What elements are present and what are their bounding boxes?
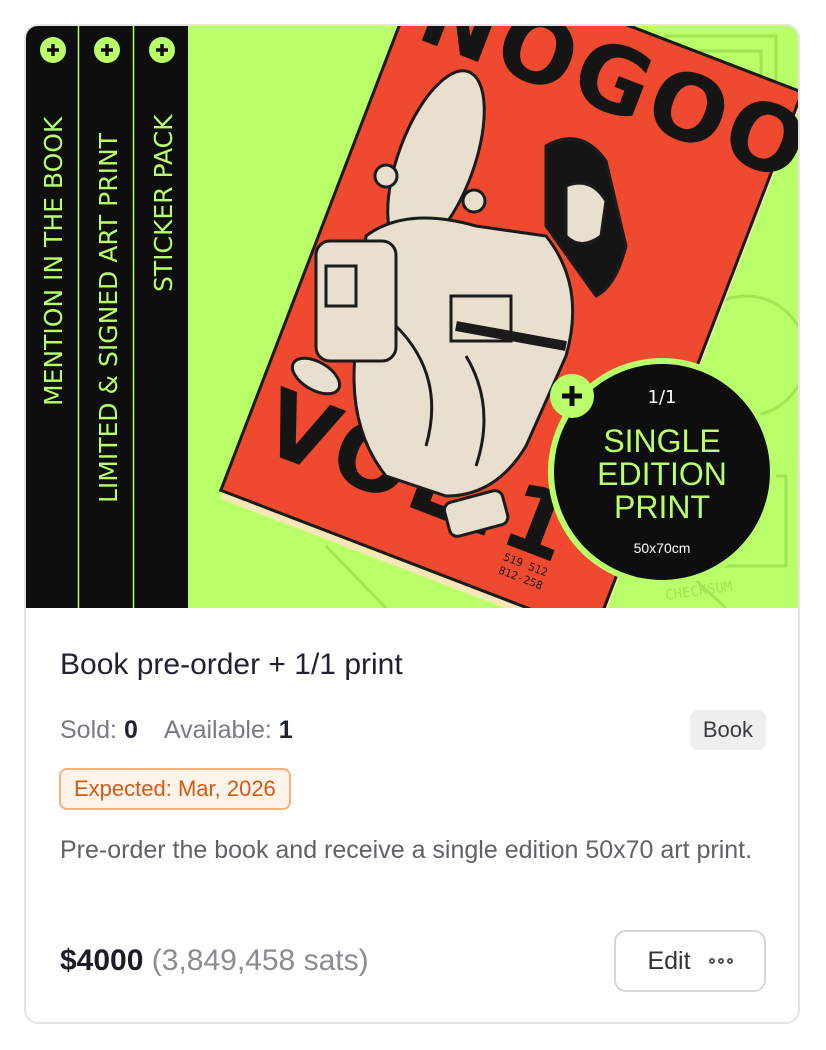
plus-icon <box>149 37 175 63</box>
plus-icon <box>40 37 66 63</box>
edit-label: Edit <box>647 946 691 975</box>
plus-icon <box>94 37 120 63</box>
spine-text-art-print: LIMITED & SIGNED ART PRINT <box>94 132 123 503</box>
badge-line1: SINGLE <box>603 423 720 459</box>
sold-value: 0 <box>123 716 138 744</box>
price-sats: (3,849,458 sats) <box>151 944 369 977</box>
expected-date-badge: Expected: Mar, 2026 <box>59 768 291 810</box>
price-amount: $4000 <box>60 944 144 977</box>
spine-stack: MENTION IN THE BOOK LIMITED & SIGNED ART… <box>26 26 188 608</box>
badge-top: 1/1 <box>648 387 677 408</box>
available-value: 1 <box>278 716 293 744</box>
sold-label: Sold: <box>60 716 117 744</box>
product-title: Book pre-order + 1/1 print <box>60 648 403 681</box>
product-card[interactable]: CHECKSUM NOGOOD VOL.1 WORK 519 512 812-2… <box>24 24 800 1024</box>
badge-line2: EDITION <box>597 456 727 492</box>
plus-icon <box>550 374 594 418</box>
available-stat: Available: 1 <box>164 716 293 745</box>
edit-button[interactable]: Edit <box>614 930 766 992</box>
spine-text-mention: MENTION IN THE BOOK <box>39 116 68 406</box>
badge-size: 50x70cm <box>634 540 691 556</box>
category-tag: Book <box>689 710 766 750</box>
more-icon <box>708 958 733 964</box>
product-image: CHECKSUM NOGOOD VOL.1 WORK 519 512 812-2… <box>26 26 798 608</box>
spine-text-sticker: STICKER PACK <box>149 114 178 292</box>
product-stats: Sold: 0 Available: 1 <box>60 716 293 745</box>
product-description: Pre-order the book and receive a single … <box>60 836 753 864</box>
price: $4000 (3,849,458 sats) <box>60 944 369 978</box>
available-label: Available: <box>163 716 272 744</box>
single-edition-badge: 1/1 SINGLE EDITION PRINT 50x70cm <box>548 358 776 586</box>
badge-line3: PRINT <box>614 489 710 525</box>
sold-stat: Sold: 0 <box>60 716 138 745</box>
